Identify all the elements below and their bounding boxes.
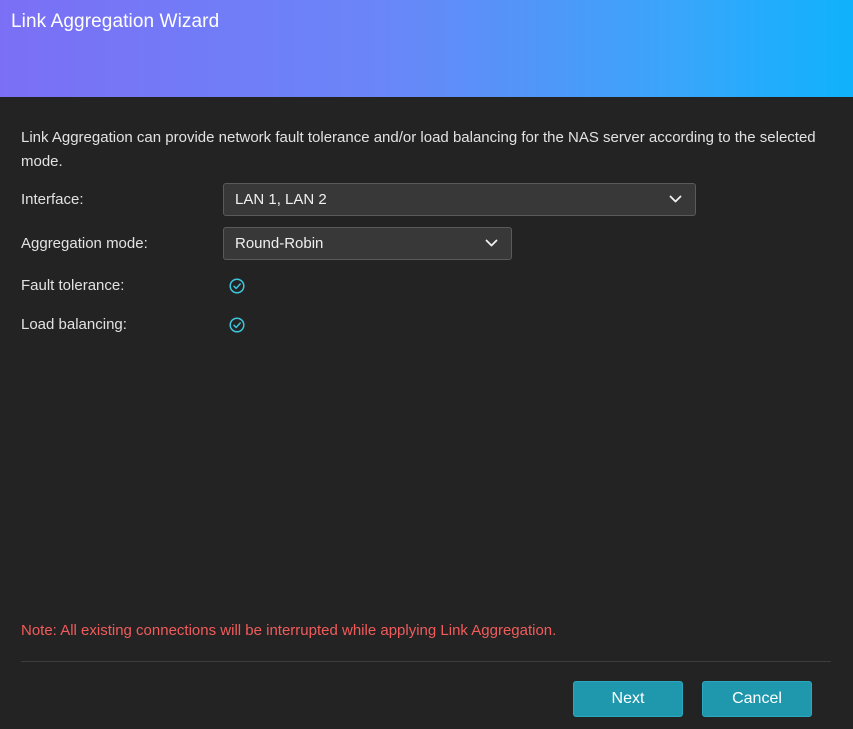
chevron-down-icon bbox=[485, 239, 498, 247]
footer-divider bbox=[21, 661, 831, 662]
cancel-button[interactable]: Cancel bbox=[702, 681, 812, 717]
check-circle-icon bbox=[229, 317, 245, 333]
link-aggregation-dialog: Link Aggregation Wizard Link Aggregation… bbox=[0, 0, 853, 729]
dialog-description: Link Aggregation can provide network fau… bbox=[21, 129, 816, 170]
dialog-header: Link Aggregation Wizard bbox=[0, 0, 853, 97]
check-circle-icon bbox=[229, 278, 245, 294]
interface-select-value: LAN 1, LAN 2 bbox=[235, 191, 327, 208]
dialog-title: Link Aggregation Wizard bbox=[11, 11, 220, 32]
warning-note: Note: All existing connections will be i… bbox=[21, 622, 557, 639]
chevron-down-icon bbox=[669, 195, 682, 203]
interface-select[interactable]: LAN 1, LAN 2 bbox=[223, 183, 696, 216]
aggregation-mode-select[interactable]: Round-Robin bbox=[223, 227, 512, 260]
load-balancing-label: Load balancing: bbox=[21, 316, 127, 333]
aggregation-mode-select-value: Round-Robin bbox=[235, 235, 324, 252]
interface-label: Interface: bbox=[21, 191, 84, 208]
fault-tolerance-label: Fault tolerance: bbox=[21, 277, 125, 294]
next-button[interactable]: Next bbox=[573, 681, 683, 717]
aggregation-mode-label: Aggregation mode: bbox=[21, 235, 148, 252]
